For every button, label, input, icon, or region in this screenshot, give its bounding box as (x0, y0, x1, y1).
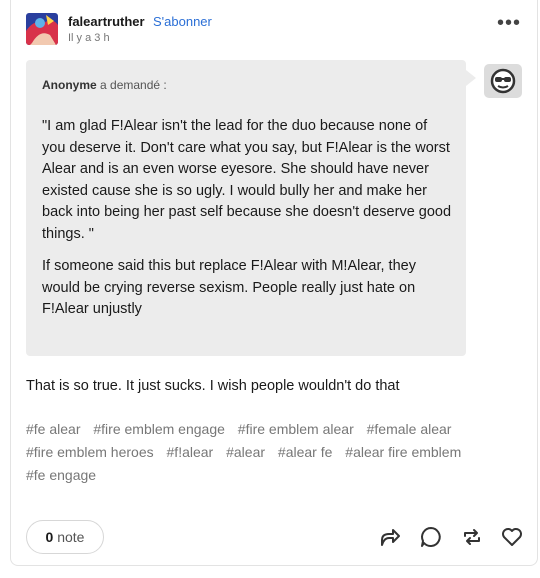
tag-link[interactable]: #alear fire emblem (345, 444, 461, 460)
ask-text: "I am glad F!Alear isn't the lead for th… (42, 116, 452, 332)
like-icon[interactable] (500, 525, 524, 549)
blog-avatar[interactable] (26, 13, 58, 45)
tag-link[interactable]: #alear fe (278, 444, 332, 460)
answer-text: That is so true. It just sucks. I wish p… (26, 378, 400, 394)
tag-link[interactable]: #alear (226, 444, 265, 460)
tag-link[interactable]: #fe alear (26, 421, 80, 437)
more-options-button[interactable]: ••• (497, 13, 521, 33)
share-icon[interactable] (378, 525, 402, 549)
asker-name: Anonyme (42, 78, 97, 92)
post-timestamp: Il y a 3 h (68, 32, 110, 44)
note-count: 0 (45, 529, 54, 545)
tag-list: #fe alear #fire emblem engage #fire embl… (26, 418, 526, 487)
blog-name-link[interactable]: faleartruther (68, 14, 145, 29)
ask-paragraph: If someone said this but replace F!Alear… (42, 258, 416, 317)
asked-label: a demandé : (100, 78, 167, 92)
ask-bubble: Anonyme a demandé : "I am glad F!Alear i… (26, 60, 476, 356)
anonymous-avatar-icon (484, 64, 522, 98)
follow-button[interactable]: S'abonner (153, 14, 212, 29)
note-label: note (57, 529, 85, 545)
tag-link[interactable]: #fe engage (26, 467, 96, 483)
ask-header: Anonyme a demandé : (42, 78, 167, 92)
tag-link[interactable]: #fire emblem alear (238, 421, 354, 437)
tag-link[interactable]: #fire emblem engage (93, 421, 225, 437)
note-count-button[interactable]: 0 note (26, 520, 104, 554)
tag-link[interactable]: #fire emblem heroes (26, 444, 154, 460)
tag-link[interactable]: #female alear (367, 421, 452, 437)
reply-icon[interactable] (419, 525, 443, 549)
tag-link[interactable]: #f!alear (167, 444, 214, 460)
ask-paragraph: "I am glad F!Alear isn't the lead for th… (42, 118, 452, 242)
reblog-icon[interactable] (460, 525, 484, 549)
